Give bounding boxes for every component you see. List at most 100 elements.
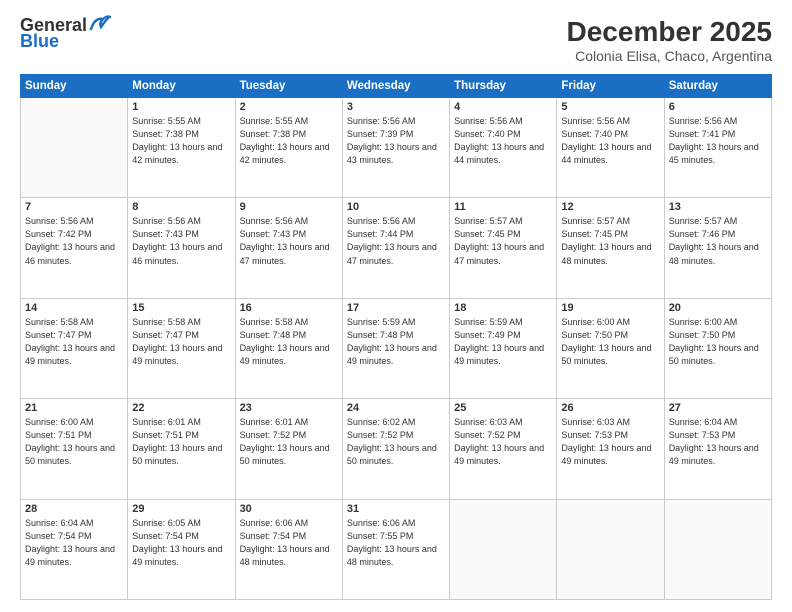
table-row: 19 Sunrise: 6:00 AMSunset: 7:50 PMDayligh… bbox=[557, 298, 664, 398]
day-number: 9 bbox=[240, 201, 338, 213]
day-info: Sunrise: 5:55 AMSunset: 7:38 PMDaylight:… bbox=[240, 115, 338, 167]
table-row bbox=[664, 499, 771, 599]
day-number: 15 bbox=[132, 302, 230, 314]
table-row: 9 Sunrise: 5:56 AMSunset: 7:43 PMDaylight… bbox=[235, 198, 342, 298]
day-number: 11 bbox=[454, 201, 552, 213]
day-number: 27 bbox=[669, 402, 767, 414]
day-number: 16 bbox=[240, 302, 338, 314]
table-row: 4 Sunrise: 5:56 AMSunset: 7:40 PMDaylight… bbox=[450, 98, 557, 198]
table-row: 7 Sunrise: 5:56 AMSunset: 7:42 PMDaylight… bbox=[21, 198, 128, 298]
day-info: Sunrise: 6:06 AMSunset: 7:55 PMDaylight:… bbox=[347, 517, 445, 569]
table-row: 18 Sunrise: 5:59 AMSunset: 7:49 PMDayligh… bbox=[450, 298, 557, 398]
day-info: Sunrise: 6:00 AMSunset: 7:50 PMDaylight:… bbox=[561, 316, 659, 368]
day-info: Sunrise: 6:01 AMSunset: 7:51 PMDaylight:… bbox=[132, 416, 230, 468]
day-number: 21 bbox=[25, 402, 123, 414]
table-row: 30Sunrise: 6:06 AMSunset: 7:54 PMDayligh… bbox=[235, 499, 342, 599]
table-row: 20 Sunrise: 6:00 AMSunset: 7:50 PMDayligh… bbox=[664, 298, 771, 398]
day-number: 28 bbox=[25, 503, 123, 515]
day-number: 29 bbox=[132, 503, 230, 515]
day-number: 19 bbox=[561, 302, 659, 314]
table-row: 15 Sunrise: 5:58 AMSunset: 7:47 PMDayligh… bbox=[128, 298, 235, 398]
day-number: 22 bbox=[132, 402, 230, 414]
day-number: 23 bbox=[240, 402, 338, 414]
table-row bbox=[450, 499, 557, 599]
day-info: Sunrise: 6:03 AMSunset: 7:52 PMDaylight:… bbox=[454, 416, 552, 468]
header-friday: Friday bbox=[557, 75, 664, 98]
table-row: 22 Sunrise: 6:01 AMSunset: 7:51 PMDayligh… bbox=[128, 399, 235, 499]
header-sunday: Sunday bbox=[21, 75, 128, 98]
table-row: 8 Sunrise: 5:56 AMSunset: 7:43 PMDaylight… bbox=[128, 198, 235, 298]
calendar-table: Sunday Monday Tuesday Wednesday Thursday… bbox=[20, 74, 772, 600]
day-info: Sunrise: 6:04 AMSunset: 7:53 PMDaylight:… bbox=[669, 416, 767, 468]
day-info: Sunrise: 6:00 AMSunset: 7:51 PMDaylight:… bbox=[25, 416, 123, 468]
table-row: 3 Sunrise: 5:56 AMSunset: 7:39 PMDaylight… bbox=[342, 98, 449, 198]
day-info: Sunrise: 6:05 AMSunset: 7:54 PMDaylight:… bbox=[132, 517, 230, 569]
day-number: 26 bbox=[561, 402, 659, 414]
table-row: 28Sunrise: 6:04 AMSunset: 7:54 PMDayligh… bbox=[21, 499, 128, 599]
day-number: 13 bbox=[669, 201, 767, 213]
day-info: Sunrise: 5:56 AMSunset: 7:42 PMDaylight:… bbox=[25, 215, 123, 267]
day-info: Sunrise: 6:03 AMSunset: 7:53 PMDaylight:… bbox=[561, 416, 659, 468]
logo-icon bbox=[89, 15, 111, 33]
table-row: 13Sunrise: 5:57 AMSunset: 7:46 PMDayligh… bbox=[664, 198, 771, 298]
day-info: Sunrise: 6:02 AMSunset: 7:52 PMDaylight:… bbox=[347, 416, 445, 468]
day-number: 4 bbox=[454, 101, 552, 113]
table-row bbox=[21, 98, 128, 198]
day-number: 7 bbox=[25, 201, 123, 213]
calendar-week-row: 14 Sunrise: 5:58 AMSunset: 7:47 PMDayligh… bbox=[21, 298, 772, 398]
calendar-week-row: 28Sunrise: 6:04 AMSunset: 7:54 PMDayligh… bbox=[21, 499, 772, 599]
table-row: 14 Sunrise: 5:58 AMSunset: 7:47 PMDayligh… bbox=[21, 298, 128, 398]
day-number: 5 bbox=[561, 101, 659, 113]
day-info: Sunrise: 5:57 AMSunset: 7:45 PMDaylight:… bbox=[561, 215, 659, 267]
table-row: 10 Sunrise: 5:56 AMSunset: 7:44 PMDayligh… bbox=[342, 198, 449, 298]
day-info: Sunrise: 5:58 AMSunset: 7:47 PMDaylight:… bbox=[25, 316, 123, 368]
day-info: Sunrise: 6:06 AMSunset: 7:54 PMDaylight:… bbox=[240, 517, 338, 569]
calendar-subtitle: Colonia Elisa, Chaco, Argentina bbox=[567, 48, 772, 64]
table-row: 29 Sunrise: 6:05 AMSunset: 7:54 PMDayligh… bbox=[128, 499, 235, 599]
day-number: 18 bbox=[454, 302, 552, 314]
header-thursday: Thursday bbox=[450, 75, 557, 98]
day-info: Sunrise: 5:56 AMSunset: 7:40 PMDaylight:… bbox=[561, 115, 659, 167]
day-number: 8 bbox=[132, 201, 230, 213]
day-number: 2 bbox=[240, 101, 338, 113]
header-monday: Monday bbox=[128, 75, 235, 98]
calendar-week-row: 21 Sunrise: 6:00 AMSunset: 7:51 PMDayligh… bbox=[21, 399, 772, 499]
day-number: 17 bbox=[347, 302, 445, 314]
day-info: Sunrise: 6:00 AMSunset: 7:50 PMDaylight:… bbox=[669, 316, 767, 368]
header-saturday: Saturday bbox=[664, 75, 771, 98]
table-row: 2 Sunrise: 5:55 AMSunset: 7:38 PMDaylight… bbox=[235, 98, 342, 198]
day-number: 14 bbox=[25, 302, 123, 314]
header-tuesday: Tuesday bbox=[235, 75, 342, 98]
table-row: 11Sunrise: 5:57 AMSunset: 7:45 PMDayligh… bbox=[450, 198, 557, 298]
table-row: 25 Sunrise: 6:03 AMSunset: 7:52 PMDayligh… bbox=[450, 399, 557, 499]
day-info: Sunrise: 5:56 AMSunset: 7:39 PMDaylight:… bbox=[347, 115, 445, 167]
table-row: 31Sunrise: 6:06 AMSunset: 7:55 PMDayligh… bbox=[342, 499, 449, 599]
table-row: 1Sunrise: 5:55 AMSunset: 7:38 PMDaylight… bbox=[128, 98, 235, 198]
logo-blue: Blue bbox=[20, 32, 59, 50]
calendar-week-row: 7 Sunrise: 5:56 AMSunset: 7:42 PMDaylight… bbox=[21, 198, 772, 298]
title-block: December 2025 Colonia Elisa, Chaco, Arge… bbox=[567, 16, 772, 64]
logo: General Blue bbox=[20, 16, 111, 50]
table-row: 5 Sunrise: 5:56 AMSunset: 7:40 PMDaylight… bbox=[557, 98, 664, 198]
day-number: 25 bbox=[454, 402, 552, 414]
day-number: 10 bbox=[347, 201, 445, 213]
day-info: Sunrise: 5:56 AMSunset: 7:44 PMDaylight:… bbox=[347, 215, 445, 267]
day-number: 20 bbox=[669, 302, 767, 314]
day-info: Sunrise: 5:56 AMSunset: 7:43 PMDaylight:… bbox=[132, 215, 230, 267]
table-row: 27 Sunrise: 6:04 AMSunset: 7:53 PMDayligh… bbox=[664, 399, 771, 499]
day-info: Sunrise: 5:59 AMSunset: 7:49 PMDaylight:… bbox=[454, 316, 552, 368]
table-row: 24 Sunrise: 6:02 AMSunset: 7:52 PMDayligh… bbox=[342, 399, 449, 499]
calendar-week-row: 1 Sunrise: 5:55 AMSunset: 7:38 PMDaylight… bbox=[21, 98, 772, 198]
day-number: 24 bbox=[347, 402, 445, 414]
table-row: 26 Sunrise: 6:03 AMSunset: 7:53 PMDayligh… bbox=[557, 399, 664, 499]
day-number: 3 bbox=[347, 101, 445, 113]
day-number: 1 bbox=[132, 101, 230, 113]
day-info: Sunrise: 5:56 AMSunset: 7:43 PMDaylight:… bbox=[240, 215, 338, 267]
calendar-header-row: Sunday Monday Tuesday Wednesday Thursday… bbox=[21, 75, 772, 98]
header-wednesday: Wednesday bbox=[342, 75, 449, 98]
day-info: Sunrise: 5:58 AMSunset: 7:47 PMDaylight:… bbox=[132, 316, 230, 368]
day-info: Sunrise: 5:56 AMSunset: 7:40 PMDaylight:… bbox=[454, 115, 552, 167]
day-info: Sunrise: 5:56 AMSunset: 7:41 PMDaylight:… bbox=[669, 115, 767, 167]
day-info: Sunrise: 6:01 AMSunset: 7:52 PMDaylight:… bbox=[240, 416, 338, 468]
table-row: 6Sunrise: 5:56 AMSunset: 7:41 PMDaylight… bbox=[664, 98, 771, 198]
